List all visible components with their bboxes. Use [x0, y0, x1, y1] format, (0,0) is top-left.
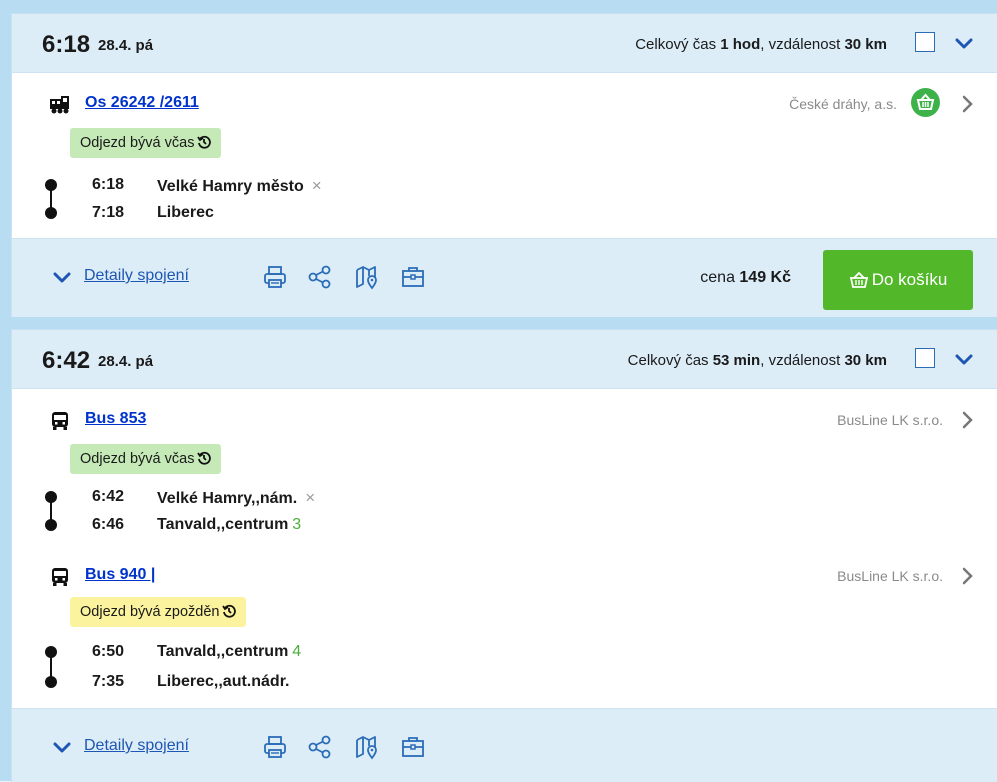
stop-time: 7:35	[92, 673, 125, 690]
departure-time: 6:18	[42, 31, 91, 58]
history-icon	[222, 604, 237, 618]
status-badge: Odjezd bývá zpožděn	[70, 597, 247, 627]
connection-header[interactable]: 6:42 28.4. pá Celkový čas 53 min, vzdále…	[12, 330, 997, 389]
train-line-link[interactable]: Os 26242 /2611	[85, 94, 199, 112]
results-panel: 6:18 28.4. pá Celkový čas 1 hod, vzdálen…	[0, 0, 997, 782]
close-icon[interactable]: ×	[305, 488, 315, 507]
platform-number: 4	[292, 643, 302, 660]
connection-header[interactable]: 6:18 28.4. pá Celkový čas 1 hod, vzdálen…	[12, 14, 997, 73]
share-icon[interactable]	[307, 734, 333, 760]
bus-line-link[interactable]: Bus 940 |	[85, 566, 155, 584]
carrier-name: BusLine LK s.r.o.	[837, 412, 943, 428]
chevron-right-icon[interactable]	[959, 95, 975, 113]
print-icon[interactable]	[262, 264, 288, 290]
stop-time: 6:18	[92, 176, 125, 193]
stop-name: Tanvald,,centrum 4	[157, 643, 302, 660]
route-dot	[45, 519, 57, 531]
stop-name: Velké Hamry město ×	[157, 176, 322, 195]
share-icon[interactable]	[307, 264, 333, 290]
stop-name: Liberec	[157, 204, 214, 221]
connection-card: 6:42 28.4. pá Celkový čas 53 min, vzdále…	[12, 330, 997, 782]
connection-footer: Detaily spojení cena 149 Kč Do košíku	[12, 238, 997, 317]
briefcase-icon[interactable]	[400, 734, 426, 760]
connection-footer: Detaily spojení	[12, 708, 997, 782]
chevron-down-icon[interactable]	[953, 348, 975, 370]
route-dot	[45, 207, 57, 219]
chevron-right-icon[interactable]	[959, 411, 975, 429]
route-dot	[45, 179, 57, 191]
stop-name: Velké Hamry,,nám. ×	[157, 488, 316, 507]
map-icon[interactable]	[354, 734, 380, 760]
route-dot	[45, 646, 57, 658]
stop-time: 6:50	[92, 643, 125, 660]
stop-name: Tanvald,,centrum 3	[157, 516, 302, 533]
chevron-right-icon[interactable]	[959, 567, 975, 585]
chevron-down-icon[interactable]	[953, 32, 975, 54]
departure-date: 28.4. pá	[98, 353, 154, 370]
chevron-down-icon[interactable]	[52, 267, 72, 287]
stop-time: 7:18	[92, 204, 125, 221]
bus-icon	[52, 568, 68, 586]
map-icon[interactable]	[354, 264, 380, 290]
carrier-name: BusLine LK s.r.o.	[837, 568, 943, 584]
stop-time: 6:42	[92, 488, 125, 505]
connection-summary: Celkový čas 1 hod, vzdálenost 30 km	[635, 36, 887, 53]
select-checkbox[interactable]	[915, 32, 935, 52]
connection-summary: Celkový čas 53 min, vzdálenost 30 km	[627, 352, 887, 369]
chevron-down-icon[interactable]	[52, 737, 72, 757]
status-badge: Odjezd bývá včas	[70, 128, 222, 158]
connection-card: 6:18 28.4. pá Celkový čas 1 hod, vzdálen…	[12, 14, 997, 317]
route-dot	[45, 676, 57, 688]
train-icon	[50, 96, 69, 114]
print-icon[interactable]	[262, 734, 288, 760]
price: cena 149 Kč	[700, 269, 791, 286]
bus-icon	[52, 412, 68, 430]
eshop-basket-icon[interactable]	[911, 88, 940, 117]
departure-date: 28.4. pá	[98, 37, 154, 54]
select-checkbox[interactable]	[915, 348, 935, 368]
details-link[interactable]: Detaily spojení	[84, 267, 189, 285]
status-badge: Odjezd bývá včas	[70, 444, 222, 474]
stop-time: 6:46	[92, 516, 125, 533]
departure-time: 6:42	[42, 347, 91, 374]
history-icon	[197, 451, 212, 465]
details-link[interactable]: Detaily spojení	[84, 737, 189, 755]
briefcase-icon[interactable]	[400, 264, 426, 290]
close-icon[interactable]: ×	[312, 176, 322, 195]
carrier-name: České dráhy, a.s.	[789, 96, 897, 112]
history-icon	[197, 135, 212, 149]
platform-number: 3	[292, 516, 302, 533]
bus-line-link[interactable]: Bus 853	[85, 410, 146, 428]
basket-icon	[849, 271, 868, 288]
route-dot	[45, 491, 57, 503]
add-to-cart-button[interactable]: Do košíku	[823, 250, 973, 310]
stop-name: Liberec,,aut.nádr.	[157, 673, 290, 690]
